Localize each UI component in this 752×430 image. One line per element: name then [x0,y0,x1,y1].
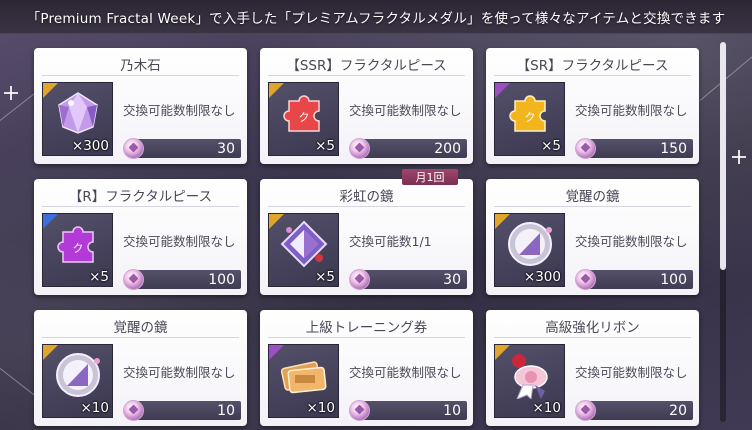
item-thumbnail: ×10 [494,344,565,418]
item-quantity: ×5 [89,269,109,285]
awakening-mirror-icon [508,222,552,266]
item-thumbnail: ×5 [268,213,339,287]
item-thumbnail: ×10 [42,344,113,418]
gold-puzzle-piece-icon: ク [509,95,546,132]
premium-fractal-medal-icon [575,138,596,159]
cost-value: 200 [361,139,467,158]
exchange-card-sr-fractal-piece[interactable]: 【SR】フラクタルピース ク ×5 交換可能数制限なし 150 [486,48,699,164]
monthly-limit-badge: 月1回 [402,169,458,185]
cost-row: 10 [349,400,467,421]
svg-text:ク: ク [525,111,536,124]
item-name: 高級強化リボン [494,314,691,338]
item-quantity: ×300 [71,138,109,154]
svg-text:ク: ク [299,111,310,124]
cost-row: 30 [349,269,467,290]
cost-row: 30 [123,138,241,159]
item-thumbnail: ×300 [42,82,113,156]
item-thumbnail: ×300 [494,213,565,287]
exchange-card-rainbow-mirror[interactable]: 月1回 彩虹の鏡 ×5 交換可能数1/1 30 [260,169,473,295]
item-quantity: ×5 [315,138,335,154]
background-line [0,360,38,398]
exchange-limit-text: 交換可能数制限なし [349,103,462,118]
item-quantity: ×5 [315,269,335,285]
premium-fractal-medal-icon [123,400,144,421]
item-name: 覚醒の鏡 [42,314,239,338]
cost-value: 100 [135,270,241,289]
item-thumbnail: ク ×5 [268,82,339,156]
exchange-card-ssr-fractal-piece[interactable]: 【SSR】フラクタルピース ク ×5 交換可能数制限なし 200 [260,48,473,164]
cost-row: 20 [575,400,693,421]
item-name: 覚醒の鏡 [494,183,691,207]
exchange-limit-text: 交換可能数制限なし [575,234,688,249]
cost-value: 20 [587,401,693,420]
red-puzzle-piece-icon: ク [283,95,320,132]
premium-fractal-medal-icon [575,269,596,290]
awakening-mirror-icon [56,353,100,397]
exchange-info-header: 「Premium Fractal Week」で入手した「プレミアムフラクタルメダ… [0,0,752,34]
item-thumbnail: ク ×5 [494,82,565,156]
premium-fractal-medal-icon [575,400,596,421]
cost-value: 100 [587,270,693,289]
item-name: 彩虹の鏡 [268,183,465,207]
item-name: 【R】フラクタルピース [42,183,239,207]
item-quantity: ×10 [80,400,110,416]
exchange-card-premium-ribbon[interactable]: 高級強化リボン ×10 交換可能数制限なし 20 [486,310,699,426]
exchange-card-awakening-mirror[interactable]: 覚醒の鏡 ×300 交換可能数制限なし 100 [486,179,699,295]
cost-value: 30 [135,139,241,158]
purple-puzzle-piece-icon: ク [57,226,94,263]
exchange-limit-text: 交換可能数制限なし [123,365,236,380]
cost-value: 10 [361,401,467,420]
cost-value: 30 [361,270,467,289]
cost-row: 100 [575,269,693,290]
exchange-card-advanced-training-ticket[interactable]: 上級トレーニング券 ×10 交換可能数制限なし 10 [260,310,473,426]
cost-row: 200 [349,138,467,159]
training-ticket-icon [280,361,327,394]
cost-row: 150 [575,138,693,159]
item-name: 【SR】フラクタルピース [494,52,691,76]
exchange-item-grid: 乃木石 ×300 交換可能数制限なし 30 【SSR】フラクタルピース ク ×5… [34,48,712,430]
cost-row: 100 [123,269,241,290]
exchange-limit-text: 交換可能数制限なし [123,234,236,249]
item-quantity: ×300 [523,269,561,285]
header-text: 「Premium Fractal Week」で入手した「プレミアムフラクタルメダ… [26,10,726,27]
premium-fractal-medal-icon [349,400,370,421]
ribbon-icon [512,354,548,399]
exchange-limit-text: 交換可能数制限なし [575,103,688,118]
item-thumbnail: ×10 [268,344,339,418]
exchange-limit-text: 交換可能数制限なし [123,103,236,118]
scrollbar-thumb[interactable] [720,42,726,270]
exchange-card-awakening-mirror[interactable]: 覚醒の鏡 ×10 交換可能数制限なし 10 [34,310,247,426]
exchange-limit-text: 交換可能数1/1 [349,234,432,249]
exchange-limit-text: 交換可能数制限なし [349,365,462,380]
svg-text:ク: ク [73,242,84,255]
sparkle-icon [4,86,18,100]
cost-value: 10 [135,401,241,420]
scrollbar[interactable] [720,42,726,422]
item-name: 乃木石 [42,52,239,76]
cost-row: 10 [123,400,241,421]
exchange-limit-text: 交換可能数制限なし [575,365,688,380]
exchange-card-r-fractal-piece[interactable]: 【R】フラクタルピース ク ×5 交換可能数制限なし 100 [34,179,247,295]
sparkle-icon [732,150,746,164]
premium-fractal-medal-icon [349,138,370,159]
nogi-stone-icon [58,92,98,134]
item-name: 上級トレーニング券 [268,314,465,338]
item-thumbnail: ク ×5 [42,213,113,287]
rainbow-mirror-icon [280,220,328,268]
premium-fractal-medal-icon [123,138,144,159]
item-quantity: ×5 [541,138,561,154]
exchange-card-nogi-stone[interactable]: 乃木石 ×300 交換可能数制限なし 30 [34,48,247,164]
premium-fractal-medal-icon [349,269,370,290]
premium-fractal-medal-icon [123,269,144,290]
item-name: 【SSR】フラクタルピース [268,52,465,76]
cost-value: 150 [587,139,693,158]
item-quantity: ×10 [306,400,336,416]
item-quantity: ×10 [532,400,562,416]
